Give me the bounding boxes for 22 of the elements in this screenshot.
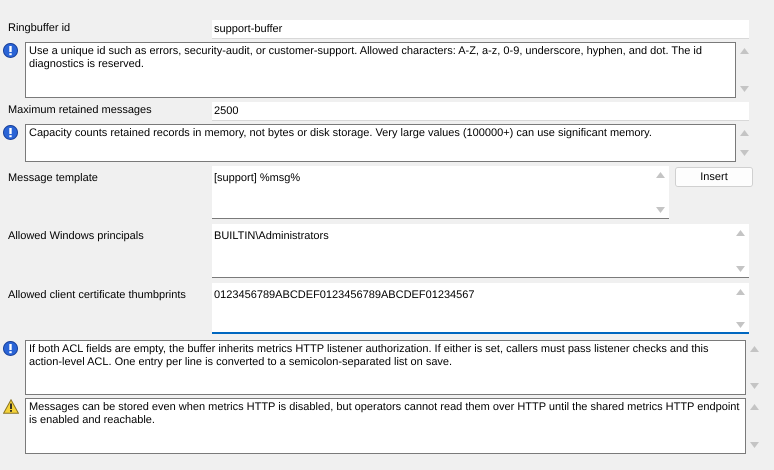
scrollbar[interactable] <box>732 283 749 334</box>
info-icon <box>3 341 18 356</box>
field-label: Allowed client certificate thumbprints <box>7 288 187 303</box>
warning-icon <box>3 399 19 414</box>
note-text: Use a unique id such as errors, security-audit, or customer-support. Allowed characters: A-Z, a-z, 0-9, underscore, hyphen, and dot. The id diagnostics is reserved. <box>25 42 736 98</box>
scrollbar[interactable] <box>732 224 749 278</box>
scrollbar[interactable] <box>652 166 669 219</box>
text-area[interactable]: [support] %msg% <box>212 166 652 219</box>
field-label: Message template <box>7 171 99 186</box>
text-area[interactable]: 0123456789ABCDEF0123456789ABCDEF01234567 <box>212 283 732 334</box>
input-field[interactable]: support-buffer <box>212 20 749 39</box>
insert-button[interactable]: Insert <box>675 167 753 187</box>
field-label: Ringbuffer id <box>7 21 72 36</box>
info-icon <box>3 43 18 58</box>
field-label: Allowed Windows principals <box>7 229 145 244</box>
info-icon <box>3 125 18 140</box>
note-text: Capacity counts retained records in memory, not bytes or disk storage. Very large values (100000+) can use significant memory. <box>25 124 736 162</box>
note-text: Messages can be stored even when metrics HTTP is disabled, but operators cannot read them over HTTP until the shared metrics HTTP endpoint is enabled and reachable. <box>25 398 746 454</box>
note-text: If both ACL fields are empty, the buffer inherits metrics HTTP listener authorization. If either is set, callers must pass listener checks and this action-level ACL. One entry per line is converted to a semicolon-separated list on save. <box>25 340 746 395</box>
input-field[interactable]: 2500 <box>212 102 749 121</box>
text-area[interactable]: BUILTIN\Administrators <box>212 224 732 278</box>
field-label: Maximum retained messages <box>7 103 153 118</box>
